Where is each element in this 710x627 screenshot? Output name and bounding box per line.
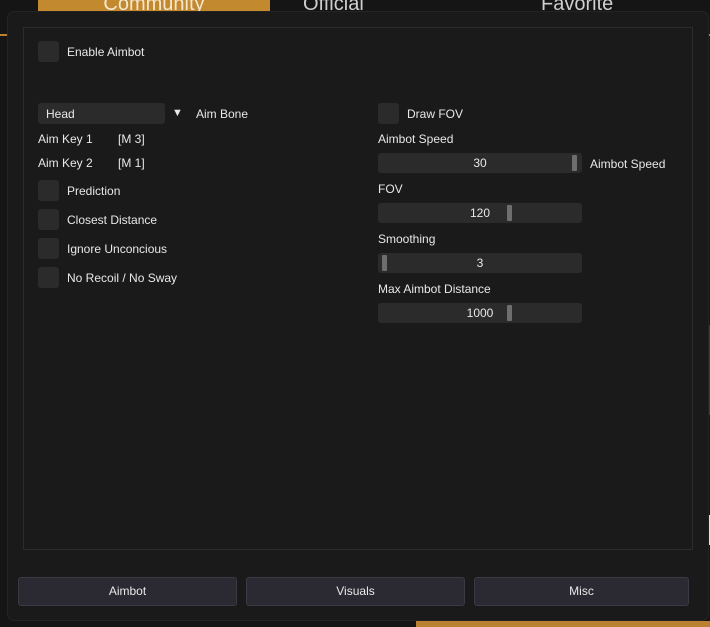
chevron-down-icon[interactable]: ▼ — [172, 107, 183, 119]
closest-distance-label: Closest Distance — [67, 213, 158, 227]
enable-aimbot-label: Enable Aimbot — [67, 45, 145, 59]
prediction-label: Prediction — [67, 184, 121, 198]
enable-aimbot-checkbox[interactable] — [38, 41, 59, 62]
aimbot-speed-side-label: Aimbot Speed — [590, 157, 666, 171]
bg-tab-official[interactable]: Official — [303, 0, 373, 12]
aim-key-2-label: Aim Key 2 — [38, 156, 93, 170]
closest-distance-checkbox[interactable] — [38, 209, 59, 230]
max-distance-slider[interactable]: 1000 — [378, 303, 582, 323]
prediction-checkbox[interactable] — [38, 180, 59, 201]
no-recoil-label: No Recoil / No Sway — [67, 271, 178, 285]
no-recoil-checkbox[interactable] — [38, 267, 59, 288]
fov-slider[interactable]: 120 — [378, 203, 582, 223]
smoothing-heading: Smoothing — [378, 232, 436, 246]
aimbot-panel: Enable Aimbot Head ▼ Aim Bone Aim Key 1 … — [23, 27, 693, 550]
smoothing-slider[interactable]: 3 — [378, 253, 582, 273]
draw-fov-label: Draw FOV — [407, 107, 464, 121]
aim-key-1-button[interactable]: [M 3] — [118, 132, 145, 146]
tab-visuals[interactable]: Visuals — [246, 577, 465, 606]
ignore-unconscious-label: Ignore Unconcious — [67, 242, 168, 256]
aim-bone-label: Aim Bone — [196, 107, 249, 121]
bg-accent-bar — [416, 621, 710, 627]
bg-tab-community[interactable]: Community — [38, 0, 270, 12]
aimbot-speed-slider[interactable]: 30 — [378, 153, 582, 173]
aim-bone-select[interactable]: Head — [38, 103, 165, 124]
max-distance-value: 1000 — [466, 306, 494, 320]
aimbot-speed-heading: Aimbot Speed — [378, 132, 454, 146]
tab-aimbot[interactable]: Aimbot — [18, 577, 237, 606]
smoothing-value: 3 — [476, 256, 484, 270]
tab-misc[interactable]: Misc — [474, 577, 689, 606]
aim-key-1-label: Aim Key 1 — [38, 132, 93, 146]
max-distance-heading: Max Aimbot Distance — [378, 282, 491, 296]
aim-key-2-button[interactable]: [M 1] — [118, 156, 145, 170]
aim-bone-value: Head — [46, 107, 75, 121]
fov-value: 120 — [469, 206, 491, 220]
bg-tab-favorite[interactable]: Favorite — [541, 0, 621, 12]
aimbot-speed-value: 30 — [473, 156, 487, 170]
menu-window: Enable Aimbot Head ▼ Aim Bone Aim Key 1 … — [8, 12, 708, 620]
fov-heading: FOV — [378, 182, 403, 196]
draw-fov-checkbox[interactable] — [378, 103, 399, 124]
ignore-unconscious-checkbox[interactable] — [38, 238, 59, 259]
